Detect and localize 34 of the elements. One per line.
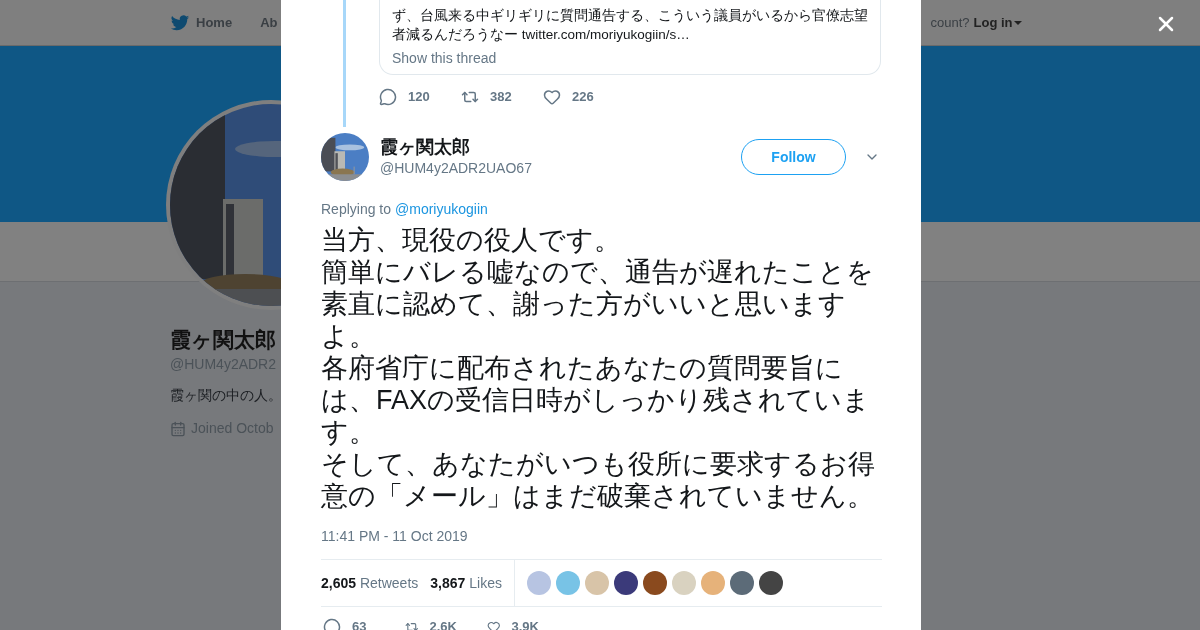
profile-name: 霞ヶ関太郎: [170, 327, 276, 353]
login-link[interactable]: Log in: [973, 12, 1022, 33]
tweet-timestamp: 11:41 PM - 11 Oct 2019: [321, 527, 469, 546]
avatar[interactable]: [642, 571, 667, 595]
profile-bio: 霞ヶ関の中の人。: [170, 386, 282, 405]
tweet-text: 当方、現役の役人です。: [321, 224, 622, 256]
reply-icon[interactable]: [379, 87, 397, 106]
account-prompt: count?: [930, 13, 970, 32]
reply-icon[interactable]: [323, 617, 341, 630]
tweet-text: 簡単にバレる嘘なので、通告が遅れたことを素直に認めて、謝った方がいいと思いますよ。: [321, 256, 875, 352]
user-name[interactable]: 霞ヶ関太郎: [380, 135, 532, 158]
tweet-text: そして、あなたがいつも役所に要求するお得意の「メール」はまだ破棄されていません。: [321, 448, 876, 512]
bird-icon[interactable]: [170, 12, 190, 33]
replying-label: Replying to: [321, 200, 392, 219]
user-handle: @HUM4y2ADR2UAO67: [380, 158, 532, 178]
mention-link[interactable]: @moriyukogiin: [395, 199, 488, 220]
nav-link[interactable]: Ab: [260, 12, 278, 33]
calendar-icon: [170, 420, 186, 437]
stat-count[interactable]: 2,605 Retweets: [321, 572, 419, 594]
avatar[interactable]: [613, 571, 638, 595]
heart-icon[interactable]: [543, 87, 561, 106]
avatar[interactable]: [758, 571, 783, 595]
action-count: 120: [408, 88, 430, 106]
show-thread-link[interactable]: Show this thread: [392, 48, 868, 69]
action-count: 226: [572, 88, 594, 106]
tweet-text: 各府省庁に配布されたあなたの質問要旨には、FAXの受信日時がしっかり残されています。: [321, 352, 872, 448]
avatar[interactable]: [729, 571, 754, 595]
quoted-tweet-card[interactable]: ず、台風来る中ギリギリに質問通告する、こういう議員がいるから官僚志望者減るんだろうなー twitter.com/moriyukogiin/s… Show this thread: [379, 0, 881, 75]
caret-icon: [1013, 20, 1022, 25]
nav-link[interactable]: Home: [196, 12, 233, 33]
action-count: 382: [490, 88, 512, 106]
user-avatar[interactable]: [321, 133, 369, 181]
stat-count[interactable]: 3,867 Likes: [430, 572, 502, 594]
quoted-tweet-text: ず、台風来る中ギリギリに質問通告する、こういう議員がいるから官僚志望者減るんだろうなー twitter.com/moriyukogiin/s…: [392, 7, 868, 44]
